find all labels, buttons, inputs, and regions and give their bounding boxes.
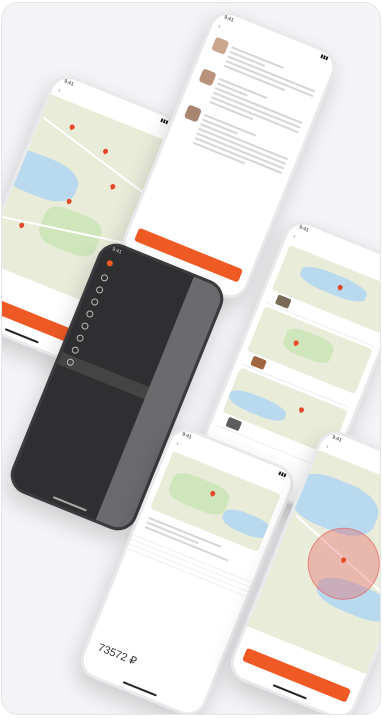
home-indicator bbox=[52, 496, 87, 512]
menu-item-icon bbox=[65, 357, 75, 367]
map-pin-icon[interactable] bbox=[102, 147, 109, 155]
menu-item-icon bbox=[90, 297, 100, 307]
map-pin-icon[interactable] bbox=[68, 123, 76, 131]
avatar bbox=[198, 68, 217, 87]
map-pin-icon[interactable] bbox=[65, 197, 73, 205]
back-icon[interactable]: ‹ bbox=[217, 24, 221, 30]
back-icon[interactable]: ‹ bbox=[292, 234, 296, 240]
back-icon[interactable]: ‹ bbox=[57, 88, 61, 94]
menu-item-icon bbox=[99, 273, 110, 283]
home-indicator bbox=[122, 681, 157, 697]
home-indicator bbox=[272, 684, 307, 700]
avatar bbox=[183, 104, 203, 123]
menu-item-icon bbox=[70, 345, 80, 355]
app-store-card: 9:41 ▮▮▮ ‹ 9:41 ▮▮▮ ‹ 9:41 9:41 ‹ 9:41 ▮… bbox=[2, 3, 380, 714]
menu-item-icon bbox=[80, 321, 90, 331]
order-total: 73572 ₽ bbox=[96, 641, 139, 669]
phone-mockup-collage: 9:41 ▮▮▮ ‹ 9:41 ▮▮▮ ‹ 9:41 9:41 ‹ 9:41 ▮… bbox=[2, 3, 380, 714]
avatar bbox=[211, 36, 230, 55]
menu-item-icon bbox=[75, 333, 85, 343]
logo-icon bbox=[105, 259, 114, 268]
menu-item-icon bbox=[85, 309, 95, 319]
back-icon[interactable]: ‹ bbox=[175, 441, 179, 447]
map-pin-icon[interactable] bbox=[109, 183, 117, 190]
back-icon[interactable]: ‹ bbox=[325, 444, 329, 450]
home-indicator bbox=[4, 328, 39, 344]
map-pin-icon[interactable] bbox=[18, 221, 25, 229]
menu-item-icon bbox=[95, 285, 105, 295]
